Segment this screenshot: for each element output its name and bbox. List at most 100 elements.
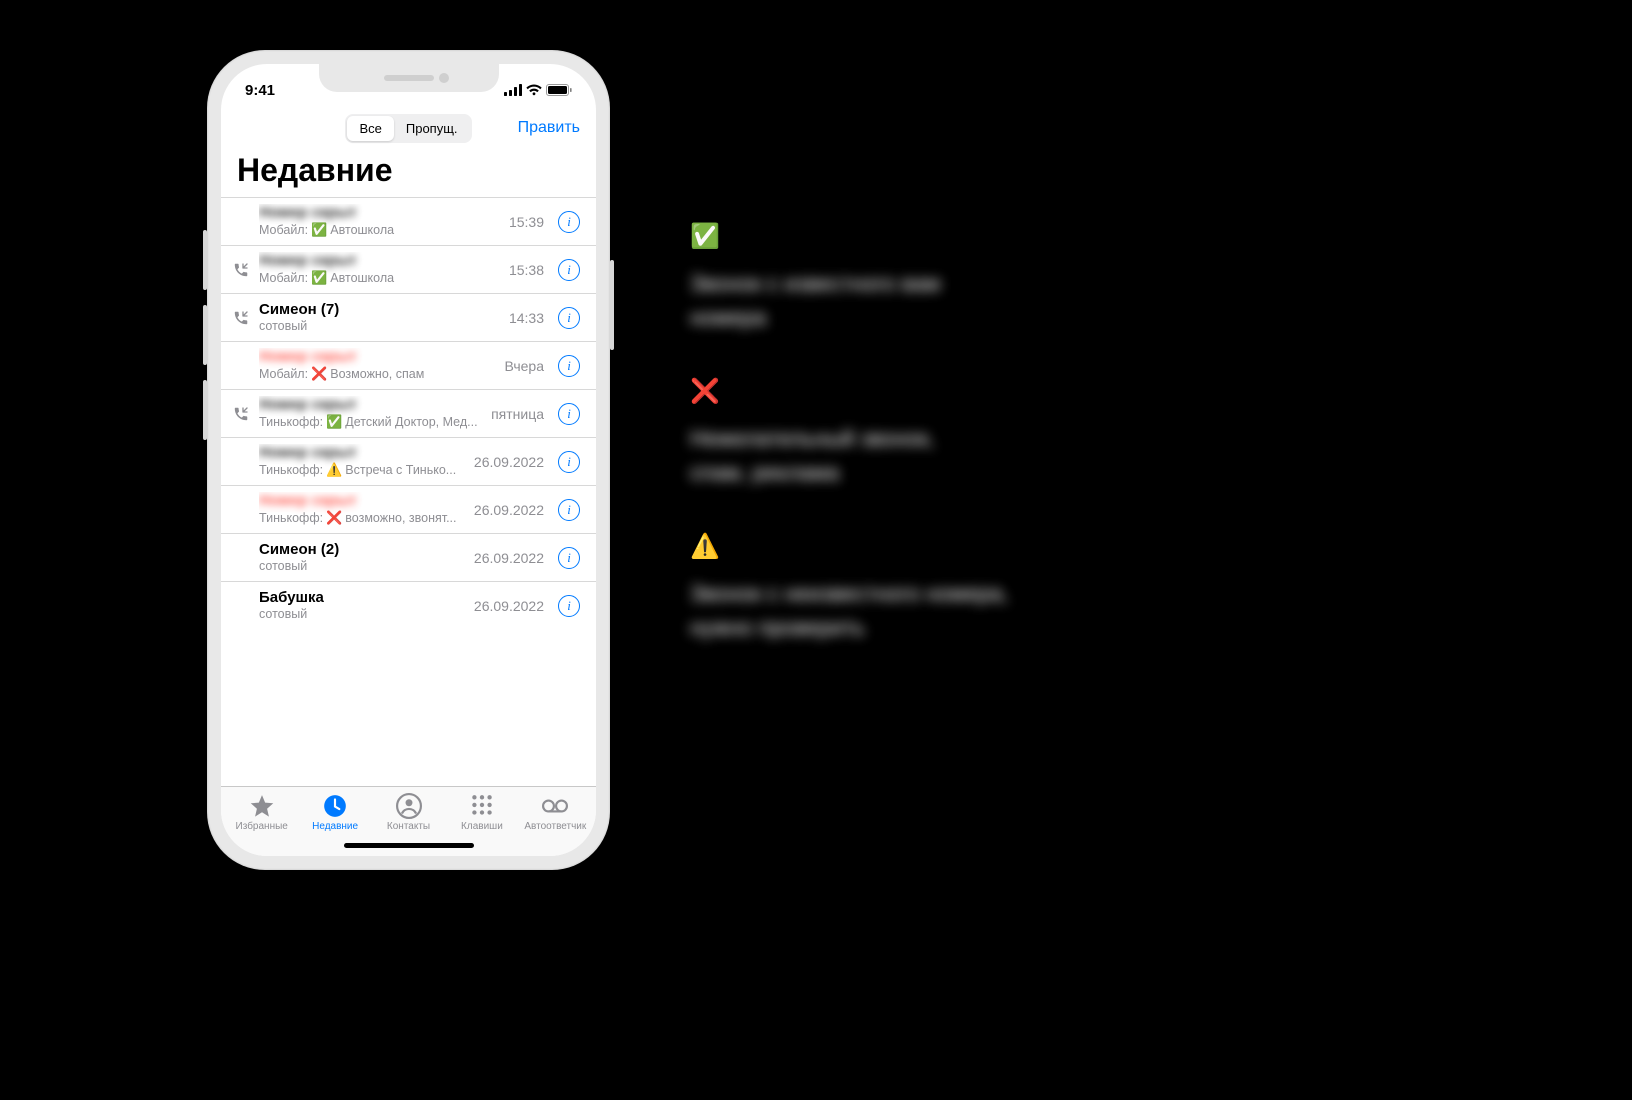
tab-keypad[interactable]: Клавиши xyxy=(445,793,518,832)
tab-voicemail[interactable]: Автоответчик xyxy=(519,793,592,832)
recents-list[interactable]: Номер скрытМобайл:✅Автошкола15:39iНомер … xyxy=(221,197,596,786)
call-subtitle: Мобайл:✅Автошкола xyxy=(259,222,497,238)
tab-favorites[interactable]: Избранные xyxy=(225,793,298,832)
call-row[interactable]: Номер скрытТинькофф:❌возможно, звонят...… xyxy=(221,485,596,533)
call-sub-prefix: Тинькофф: xyxy=(259,511,323,527)
voicemail-icon xyxy=(542,793,568,819)
info-icon[interactable]: i xyxy=(558,259,580,281)
clock-icon xyxy=(322,793,348,819)
call-row[interactable]: Номер скрытМобайл:✅Автошкола15:39i xyxy=(221,197,596,245)
tab-recents-label: Недавние xyxy=(312,821,358,832)
call-row[interactable]: Симеон (7)сотовый 14:33 i xyxy=(221,293,596,341)
call-row[interactable]: Номер скрытТинькофф:✅Детский Доктор, Мед… xyxy=(221,389,596,437)
cellular-icon xyxy=(504,84,522,96)
call-sub-prefix: сотовый xyxy=(259,559,307,575)
segment-missed-button[interactable]: Пропущ. xyxy=(394,116,470,141)
edit-button[interactable]: Править xyxy=(518,119,580,137)
call-subtitle: сотовый xyxy=(259,559,462,575)
incoming-call-icon xyxy=(229,310,253,326)
call-status-emoji: ✅ xyxy=(311,222,327,238)
info-icon[interactable]: i xyxy=(558,403,580,425)
call-body: Номер скрытМобайл:✅Автошкола xyxy=(259,252,497,286)
incoming-call-icon xyxy=(229,262,253,278)
call-time: Вчера xyxy=(504,358,544,374)
legend-item: ⚠️ Звонок с неизвестного номера,нужно про… xyxy=(690,532,1250,645)
call-time: 26.09.2022 xyxy=(474,454,544,470)
call-time: 26.09.2022 xyxy=(474,550,544,566)
call-status-emoji: ❌ xyxy=(311,366,327,382)
call-sub-prefix: сотовый xyxy=(259,607,307,623)
call-body: Номер скрытМобайл:❌Возможно, спам xyxy=(259,348,492,382)
call-sub-text: Автошкола xyxy=(330,271,394,287)
call-body: Номер скрытТинькофф:⚠️Встреча с Тинько..… xyxy=(259,444,462,478)
info-icon[interactable]: i xyxy=(558,355,580,377)
call-sub-text: Детский Доктор, Мед... xyxy=(345,415,477,431)
call-status-emoji: ✅ xyxy=(311,270,327,286)
info-icon[interactable]: i xyxy=(558,307,580,329)
legend: ✅ Звонок с известного вамномера ❌ Нежелател… xyxy=(690,222,1250,688)
call-sub-text: Автошкола xyxy=(330,223,394,239)
call-body: Номер скрытТинькофф:❌возможно, звонят... xyxy=(259,492,462,526)
nav-bar: Все Пропущ. Править xyxy=(221,108,596,148)
call-time: 14:33 xyxy=(509,310,544,326)
info-icon[interactable]: i xyxy=(558,211,580,233)
call-subtitle: сотовый xyxy=(259,319,497,335)
caller-name: Номер скрыт xyxy=(259,252,497,270)
status-time: 9:41 xyxy=(245,82,275,99)
call-subtitle: Мобайл:✅Автошкола xyxy=(259,270,497,286)
caller-name: Симеон (2) xyxy=(259,541,462,559)
call-subtitle: Тинькофф:✅Детский Доктор, Мед... xyxy=(259,414,479,430)
call-body: Номер скрытТинькофф:✅Детский Доктор, Мед… xyxy=(259,396,479,430)
info-icon[interactable]: i xyxy=(558,499,580,521)
segment-all-button[interactable]: Все xyxy=(347,116,393,141)
call-sub-prefix: Мобайл: xyxy=(259,223,308,239)
phone-frame: 9:41 Все Пропущ. Править Недавние Номер … xyxy=(207,50,610,870)
call-subtitle: Мобайл:❌Возможно, спам xyxy=(259,366,492,382)
star-icon xyxy=(249,793,275,819)
legend-emoji: ⚠️ xyxy=(690,532,1250,561)
call-sub-prefix: Тинькофф: xyxy=(259,463,323,479)
call-sub-text: Встреча с Тинько... xyxy=(345,463,456,479)
info-icon[interactable]: i xyxy=(558,451,580,473)
info-icon[interactable]: i xyxy=(558,547,580,569)
wifi-icon xyxy=(526,84,542,96)
tab-voicemail-label: Автоответчик xyxy=(524,821,586,832)
info-icon[interactable]: i xyxy=(558,595,580,617)
tab-contacts[interactable]: Контакты xyxy=(372,793,445,832)
call-sub-text: возможно, звонят... xyxy=(345,511,456,527)
tab-keypad-label: Клавиши xyxy=(461,821,503,832)
call-time: пятница xyxy=(491,406,544,422)
legend-text-line: номера xyxy=(690,301,1250,335)
call-row[interactable]: Номер скрытМобайл:✅Автошкола 15:38 i xyxy=(221,245,596,293)
legend-item: ❌ Нежелательный звонок,спам, реклама xyxy=(690,377,1250,490)
caller-name: Номер скрыт xyxy=(259,348,492,366)
keypad-icon xyxy=(469,793,495,819)
call-subtitle: Тинькофф:⚠️Встреча с Тинько... xyxy=(259,462,462,478)
legend-text: Звонок с неизвестного номера,нужно прове… xyxy=(690,577,1250,645)
call-body: Симеон (7)сотовый xyxy=(259,301,497,335)
call-status-emoji: ❌ xyxy=(326,510,342,526)
page-title: Недавние xyxy=(221,148,596,197)
call-row[interactable]: Номер скрытМобайл:❌Возможно, спам Вчераi xyxy=(221,341,596,389)
front-camera xyxy=(439,73,449,83)
call-body: Бабушкасотовый xyxy=(259,589,462,623)
call-time: 26.09.2022 xyxy=(474,598,544,614)
legend-emoji: ✅ xyxy=(690,222,1250,251)
call-row[interactable]: Бабушкасотовый 26.09.2022 i xyxy=(221,581,596,629)
caller-name: Номер скрыт xyxy=(259,444,462,462)
call-status-emoji: ✅ xyxy=(326,414,342,430)
caller-name: Симеон (7) xyxy=(259,301,497,319)
legend-text: Нежелательный звонок,спам, реклама xyxy=(690,422,1250,490)
legend-emoji: ❌ xyxy=(690,377,1250,406)
call-row[interactable]: Номер скрытТинькофф:⚠️Встреча с Тинько..… xyxy=(221,437,596,485)
tab-favorites-label: Избранные xyxy=(236,821,288,832)
legend-text: Звонок с известного вамномера xyxy=(690,267,1250,335)
tab-recents[interactable]: Недавние xyxy=(298,793,371,832)
home-indicator[interactable] xyxy=(344,843,474,848)
notch xyxy=(319,64,499,92)
speaker-slot xyxy=(384,75,434,81)
call-sub-text: Возможно, спам xyxy=(330,367,424,383)
legend-text-line: спам, реклама xyxy=(690,456,1250,490)
call-row[interactable]: Симеон (2)сотовый 26.09.2022 i xyxy=(221,533,596,581)
call-time: 15:38 xyxy=(509,262,544,278)
